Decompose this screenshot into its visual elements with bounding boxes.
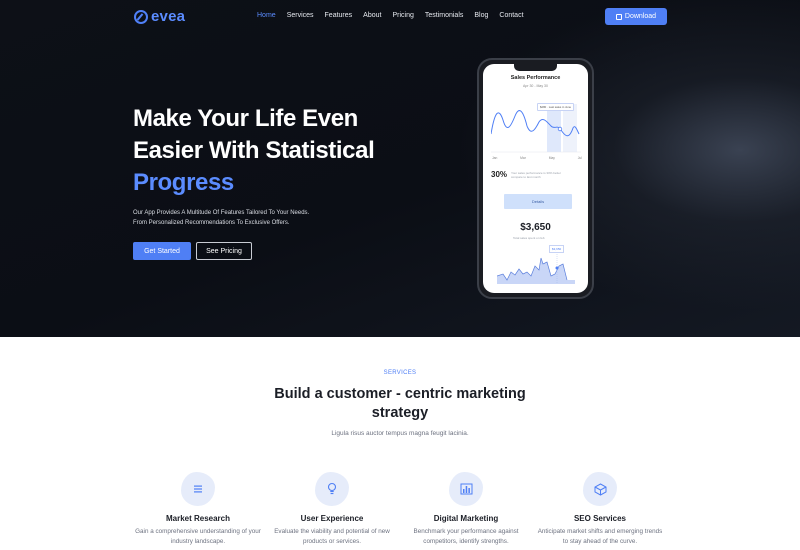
chart-point[interactable] <box>557 126 563 132</box>
phone-screen: Sales Performance Apr 30 - May 30 $280 ·… <box>483 64 588 293</box>
service-name: Market Research <box>165 514 231 523</box>
hero-title-line1: Make Your Life Even <box>133 105 358 132</box>
sales-performance-title: Sales Performance <box>510 75 561 81</box>
nav-pricing[interactable]: Pricing <box>392 12 413 19</box>
area-point[interactable] <box>555 266 559 270</box>
details-button[interactable]: Details <box>504 194 572 209</box>
services-subtitle: Ligula risus auctor tempus magna feugit … <box>331 430 469 437</box>
month-label: Mar <box>520 156 526 160</box>
services-title: Build a customer - centric marketing str… <box>274 386 526 421</box>
service-card-user-experience[interactable]: User Experience Evaluate the viability a… <box>268 472 396 547</box>
sales-amount-desc: Total sales spent on feb <box>513 236 545 240</box>
hero-description: Our App Provides A Multitude Of Features… <box>133 208 393 228</box>
cube-icon <box>583 472 617 506</box>
service-name: Digital Marketing <box>433 514 499 523</box>
nav-contact[interactable]: Contact <box>499 12 523 19</box>
nav-blog[interactable]: Blog <box>474 12 488 19</box>
bar-chart-icon <box>449 472 483 506</box>
nav-services[interactable]: Services <box>287 12 314 19</box>
hero-desc-line1: Our App Provides A Multitude Of Features… <box>133 210 310 216</box>
brand-name: evea <box>151 8 186 25</box>
lightbulb-icon <box>315 472 349 506</box>
month-axis: Jan Mar May Jul <box>492 156 582 160</box>
nav-features[interactable]: Features <box>325 12 353 19</box>
compass-icon <box>134 9 148 24</box>
sales-date-range: Apr 30 - May 30 <box>523 84 548 88</box>
nav-about[interactable]: About <box>363 12 381 19</box>
service-desc: Gain a comprehensive understanding of yo… <box>135 528 261 545</box>
performance-desc: Your sales performance is 30% better com… <box>511 170 561 179</box>
sales-amount: $3,650 <box>520 222 551 233</box>
chart-tooltip: $280 · Last sales in June <box>537 103 575 111</box>
main-nav: Home Services Features About Pricing Tes… <box>257 12 535 19</box>
performance-percent: 30% <box>491 170 508 179</box>
service-desc: Anticipate market shifts and emerging tr… <box>537 528 663 545</box>
get-started-button[interactable]: Get Started <box>133 242 191 260</box>
service-card-seo-services[interactable]: SEO Services Anticipate market shifts an… <box>536 472 664 547</box>
service-card-market-research[interactable]: Market Research Gain a comprehensive und… <box>134 472 262 547</box>
service-name: User Experience <box>300 514 364 523</box>
month-label: May <box>548 156 555 160</box>
service-name: SEO Services <box>573 514 627 523</box>
phone-notch <box>514 64 557 71</box>
list-icon <box>181 472 215 506</box>
area-chart-tooltip: $3,650 <box>549 245 565 253</box>
sales-area-chart <box>497 254 575 284</box>
hero-title: Make Your Life Even Easier With Statisti… <box>133 103 433 199</box>
download-icon <box>615 13 622 20</box>
nav-testimonials[interactable]: Testimonials <box>425 12 464 19</box>
hero-section: evea Home Services Features About Pricin… <box>0 0 800 337</box>
hero-desc-line2: From Personalized Recommendations To Exc… <box>133 220 290 226</box>
hero-title-highlight: Progress <box>133 169 234 196</box>
download-label: Download <box>624 13 657 20</box>
phone-mockup: Sales Performance Apr 30 - May 30 $280 ·… <box>477 58 594 299</box>
see-pricing-button[interactable]: See Pricing <box>196 242 252 260</box>
brand-logo[interactable]: evea <box>134 8 185 25</box>
nav-home[interactable]: Home <box>257 12 276 19</box>
area-fill <box>497 258 575 284</box>
chart-band <box>563 104 577 152</box>
hero-title-line2: Easier With Statistical <box>133 137 375 164</box>
month-label: Jul <box>577 156 582 160</box>
month-label: Jan <box>492 156 498 160</box>
service-desc: Evaluate the viability and potential of … <box>274 528 390 545</box>
download-button[interactable]: Download <box>605 8 667 25</box>
performance-stat: 30% Your sales performance is 30% better… <box>491 170 581 179</box>
services-eyebrow: SERVICES <box>383 370 417 376</box>
service-desc: Benchmark your performance against compe… <box>413 528 519 545</box>
service-card-digital-marketing[interactable]: Digital Marketing Benchmark your perform… <box>402 472 530 547</box>
